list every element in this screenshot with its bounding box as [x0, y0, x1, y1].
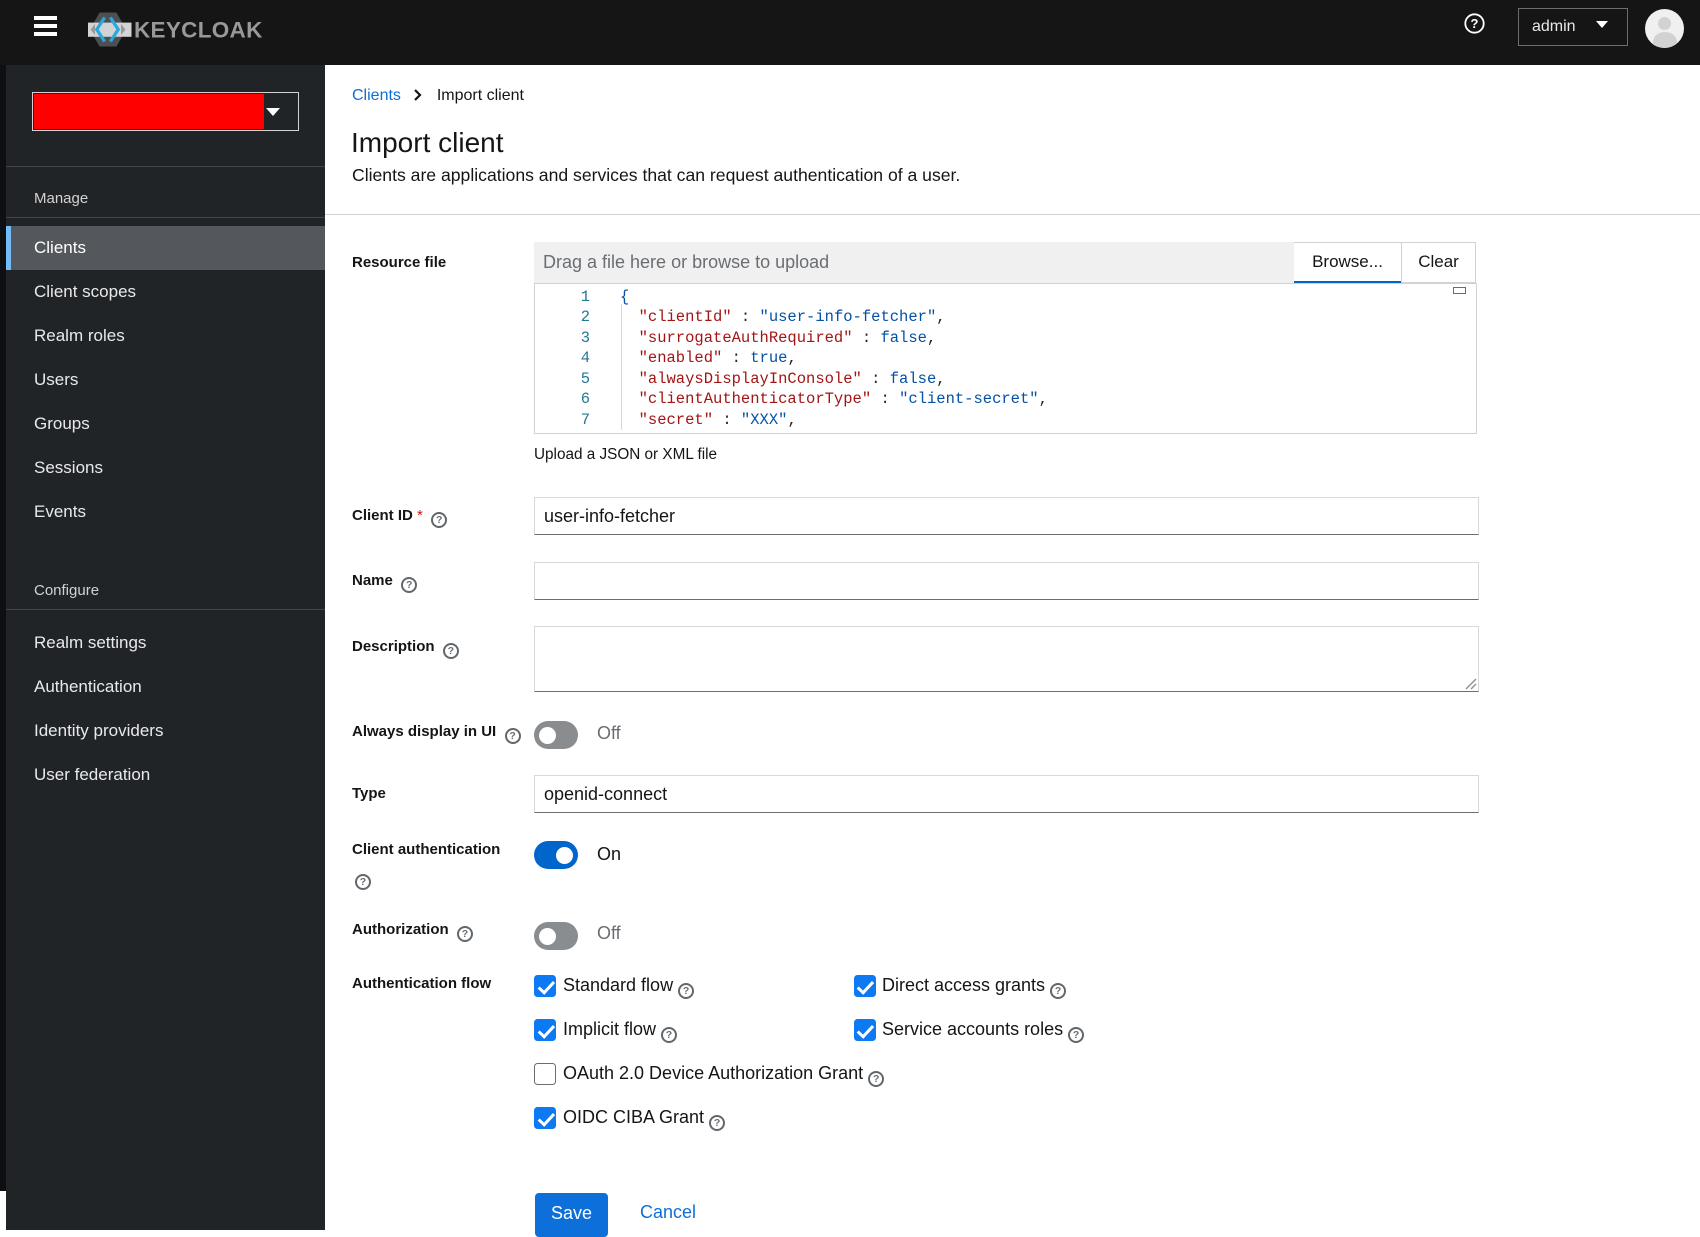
- svg-text:KEYCLOAK: KEYCLOAK: [134, 18, 263, 43]
- svg-text:?: ?: [1471, 16, 1479, 31]
